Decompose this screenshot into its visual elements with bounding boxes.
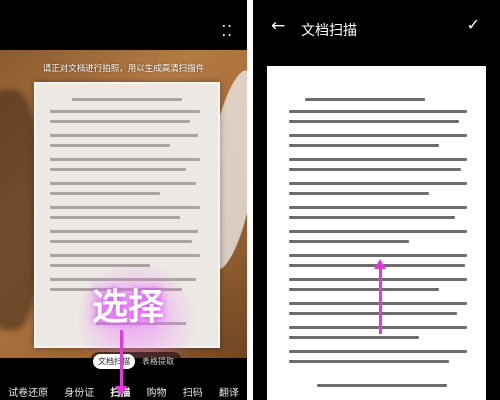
document-text-line [289,192,429,195]
document-text-line [50,240,192,243]
document-text-line [50,216,180,219]
check-icon[interactable]: ✓ [467,17,480,33]
document-text-line [289,288,439,291]
sub-mode-document-scan[interactable]: 文档扫描 [93,353,135,369]
document-text-line [289,134,467,137]
page-title: 文档扫描 [301,23,357,39]
document-text-line [289,120,459,123]
annotation-arrow-up [374,259,386,334]
document-text-line [50,192,160,195]
document-text-line [289,182,467,185]
overlay-label: 选择 [92,287,165,328]
sub-mode-switch[interactable]: 文档扫描 表格提取 [90,352,182,370]
mode-translate[interactable]: 翻译 [219,384,239,399]
document-text-line [289,158,467,161]
document-text-line [50,144,170,147]
document-text-line [289,350,467,353]
document-text-line [289,326,467,329]
mode-id-card[interactable]: 身份证 [64,384,94,399]
document-text-line [317,384,447,387]
document-text-line [289,230,467,233]
document-text-line [289,240,409,243]
document-text-line [50,158,200,161]
document-text-line [72,98,182,101]
document-text-line [289,312,457,315]
scanned-document [267,66,486,400]
annotation-arrow-down [115,330,127,396]
header-bar: ← 文档扫描 ✓ [253,0,500,56]
document-text-line [50,134,198,137]
mode-qr-scan[interactable]: 扫码 [183,384,203,399]
more-dots-icon[interactable]: ⁚⁚ [221,24,233,39]
document-text-line [289,278,467,281]
camera-scan-panel: ⁚⁚ 请正对文档进行拍照，用以生成高清扫描件 选择 文档扫描 表格提取 试卷还原… [0,0,247,400]
mode-shopping[interactable]: 购物 [147,384,167,399]
document-text-line [50,110,200,113]
scan-result-panel: ← 文档扫描 ✓ [253,0,500,400]
document-text-line [50,168,186,171]
document-text-line [289,216,455,219]
document-text-line [289,110,467,113]
sub-mode-table-extract[interactable]: 表格提取 [137,354,179,369]
document-text-line [289,360,449,363]
scan-hint: 请正对文档进行拍照，用以生成高清扫描件 [42,64,205,74]
document-text-line [50,206,200,209]
document-text-line [289,302,467,305]
document-text-line [50,182,196,185]
back-arrow-icon[interactable]: ← [271,18,285,35]
document-text-line [289,144,439,147]
document-text-line [289,168,461,171]
document-text-line [50,254,200,257]
document-text-line [50,120,190,123]
document-text-line [289,254,467,257]
mode-exam-restore[interactable]: 试卷还原 [8,384,48,399]
document-text-line [289,336,419,339]
document-text-line [305,98,425,101]
document-text-line [289,206,467,209]
document-text-line [50,230,198,233]
